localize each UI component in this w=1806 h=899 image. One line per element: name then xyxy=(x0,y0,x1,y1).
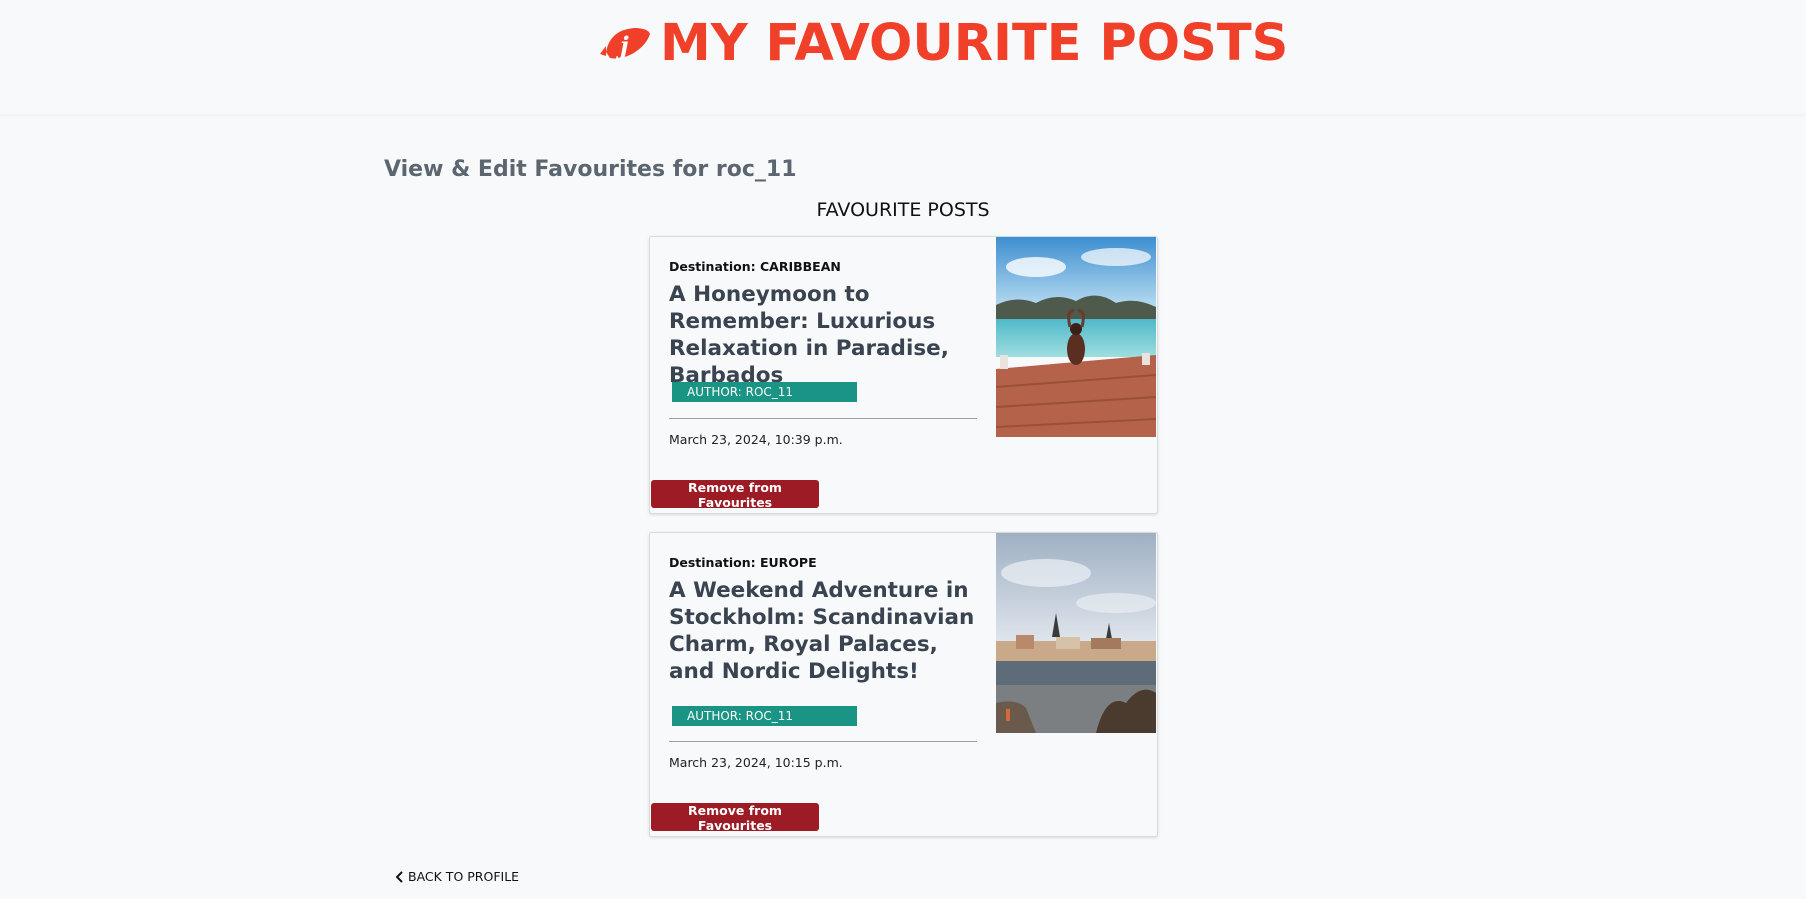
destination-label: Destination: EUROPE xyxy=(669,555,817,570)
post-title-link[interactable]: A Honeymoon to Remember: Luxurious Relax… xyxy=(669,281,979,389)
divider xyxy=(669,418,977,419)
favourites-heading: View & Edit Favourites for roc_11 xyxy=(384,157,797,182)
remove-from-favourites-button[interactable]: Remove from Favourites xyxy=(651,480,819,510)
divider xyxy=(669,741,977,742)
destination-label: Destination: CARIBBEAN xyxy=(669,259,841,274)
brand[interactable]: j MY FAVOURITE POSTS xyxy=(596,14,1288,74)
author-badge: AUTHOR: ROC_11 xyxy=(672,382,857,402)
favourite-post-card: Destination: EUROPE A Weekend Adventure … xyxy=(649,532,1158,837)
post-title-link[interactable]: A Weekend Adventure in Stockholm: Scandi… xyxy=(669,577,979,685)
section-title: FAVOURITE POSTS xyxy=(0,199,1806,221)
section-title-text: FAVOURITE POSTS xyxy=(816,199,990,221)
jellyfish-logo-icon: j xyxy=(600,28,650,60)
site-header: j MY FAVOURITE POSTS xyxy=(0,0,1806,114)
author-badge: AUTHOR: ROC_11 xyxy=(672,706,857,726)
back-to-profile-link[interactable]: BACK TO PROFILE xyxy=(396,869,519,884)
favourite-post-card: Destination: CARIBBEAN A Honeymoon to Re… xyxy=(649,236,1158,514)
remove-from-favourites-button[interactable]: Remove from Favourites xyxy=(651,803,819,833)
post-date: March 23, 2024, 10:39 p.m. xyxy=(669,432,843,447)
page-title: MY FAVOURITE POSTS xyxy=(660,14,1289,73)
chevron-left-icon xyxy=(396,870,403,883)
post-date: March 23, 2024, 10:15 p.m. xyxy=(669,755,843,770)
stockholm-city-photo[interactable] xyxy=(996,533,1156,733)
beach-pier-photo[interactable] xyxy=(996,237,1156,437)
back-to-profile-label: BACK TO PROFILE xyxy=(408,869,520,884)
